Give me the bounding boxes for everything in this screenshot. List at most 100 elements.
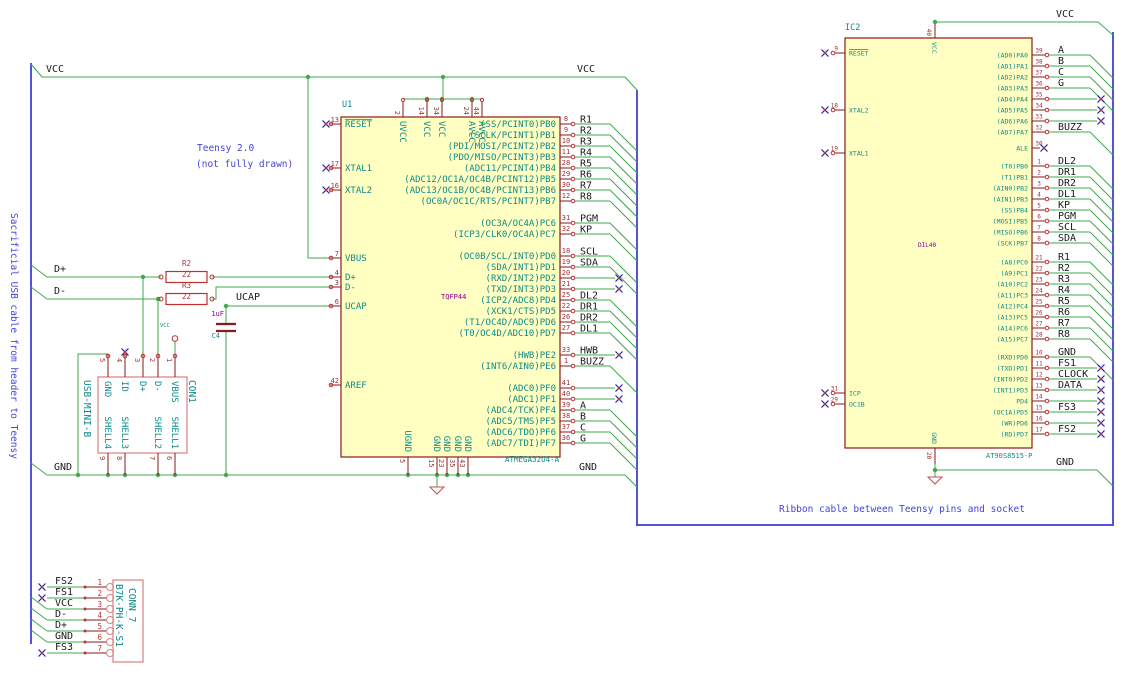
pin-name: ICP — [849, 390, 861, 398]
ic2-footprint: DIL40 — [918, 242, 937, 249]
net-label: CLOCK — [1058, 369, 1088, 380]
pin-name: (A12)PC4 — [997, 303, 1028, 311]
pin-name: D+ — [345, 273, 356, 283]
net-label: GND — [1058, 347, 1076, 358]
pin-name: RESET — [345, 120, 373, 130]
pin-number: 20 — [562, 269, 570, 277]
pin-number: 5 — [1037, 203, 1041, 210]
bus-entry — [609, 431, 638, 460]
pin-name: VCC — [930, 42, 938, 54]
pin-name: AVCC — [476, 121, 486, 143]
pin-number: 28 — [562, 159, 570, 167]
bus-entry — [1089, 176, 1114, 201]
pin-name: (HWB)PE2 — [513, 351, 556, 361]
c4-ref: C4 — [211, 332, 220, 340]
pin-name: XTAL2 — [849, 107, 869, 115]
ground-symbol — [926, 476, 944, 485]
net-label-gnd-ic2: GND — [1056, 457, 1075, 468]
r2-ref: R2 — [181, 259, 192, 268]
pin-end — [823, 108, 827, 112]
net-label: R2 — [1058, 263, 1070, 274]
pin-name: (AD6)PA6 — [997, 118, 1028, 126]
junction-dot — [932, 467, 938, 473]
pin-name: (AD5)PA5 — [997, 107, 1028, 115]
bus-entry — [609, 255, 638, 284]
pin-number: 5 — [398, 459, 406, 463]
junction-dot — [932, 19, 938, 25]
pin-name: VBUS — [345, 254, 367, 264]
pin-end — [1044, 431, 1050, 437]
bus-entry — [30, 596, 48, 610]
bus-entry — [609, 442, 638, 471]
u1-value: ATMEGA32U4-A — [505, 455, 560, 464]
pin-end — [1044, 52, 1050, 58]
pin-name: (A13)PC5 — [997, 314, 1028, 322]
bus-entry — [1089, 327, 1114, 352]
pin-name: (INT1)PD3 — [993, 387, 1028, 395]
pin-end — [83, 640, 87, 644]
pin-name: AVCC — [466, 121, 476, 143]
bus-entry — [609, 321, 638, 350]
bus-entry — [609, 189, 638, 218]
pin-end — [1099, 399, 1103, 403]
pin-end — [1044, 281, 1050, 287]
bus-entry — [1089, 165, 1114, 190]
pin-number: 14 — [1035, 394, 1043, 401]
pin-end — [324, 122, 328, 126]
bus-entry — [1089, 209, 1114, 234]
pin-name: (A8)PC0 — [1001, 259, 1028, 267]
net-label: VCC — [55, 598, 73, 609]
pin-end — [570, 231, 576, 237]
pin-end — [570, 253, 576, 259]
pin-number: 1 — [97, 578, 102, 587]
pin-number: 24 — [1035, 288, 1043, 295]
bus-entry — [1089, 305, 1114, 330]
bus-entry — [1089, 316, 1114, 341]
pin-number: 26 — [562, 313, 570, 321]
junction-dot — [223, 472, 229, 478]
net-label: FS2 — [55, 576, 73, 587]
pin-number: 22 — [562, 302, 570, 310]
pin-name: (AD2)PA2 — [997, 74, 1028, 82]
pin-end — [617, 287, 621, 291]
pin-number: 27 — [562, 324, 570, 332]
pin-end — [1044, 420, 1050, 426]
wire — [30, 286, 161, 300]
pin-end — [570, 187, 576, 193]
pin-number: 14 — [417, 107, 425, 115]
pin-end — [83, 629, 87, 633]
bus-entry — [1089, 338, 1114, 363]
pin-name: (A9)PC1 — [1001, 270, 1028, 278]
pin-end — [123, 350, 127, 354]
pin-name: XTAL1 — [345, 164, 372, 174]
pin-name: (ICP3/CLK0/OC4A)PC7 — [453, 230, 556, 240]
pin-number: 38 — [562, 412, 570, 420]
pin-end — [1044, 229, 1050, 235]
wire — [935, 21, 1114, 36]
pin-end — [1044, 303, 1050, 309]
pin-end — [570, 132, 576, 138]
pin-end — [1044, 240, 1050, 246]
pin-number: 35 — [448, 459, 456, 467]
net-label: C — [1058, 67, 1064, 78]
net-label: R7 — [1058, 318, 1070, 329]
vcc-power-symbol — [171, 335, 179, 342]
pin-end — [570, 297, 576, 303]
pin-number: 25 — [562, 291, 570, 299]
wire — [30, 462, 638, 488]
pin-number: 26 — [1035, 310, 1043, 317]
net-label: FS3 — [55, 642, 73, 653]
bus-entry — [1089, 198, 1114, 223]
pin-name: (OC0A/OC1C/RTS/PCINT7)PB7 — [421, 197, 556, 207]
pin-name: (AD7)PA7 — [997, 129, 1028, 137]
pin-name: (SS/PCINT0)PB0 — [480, 120, 556, 130]
pin-end — [570, 143, 576, 149]
pin-end — [40, 585, 44, 589]
pin-number: 9 — [834, 46, 838, 53]
pin-name: (PDI/MOSI/PCINT2)PB2 — [448, 142, 556, 152]
pin-number: 13 — [331, 116, 339, 124]
bus-entry — [1089, 187, 1114, 212]
pin-number: 9 — [98, 456, 106, 460]
net-label: SCL — [1058, 222, 1076, 233]
ground-symbol — [428, 486, 446, 495]
